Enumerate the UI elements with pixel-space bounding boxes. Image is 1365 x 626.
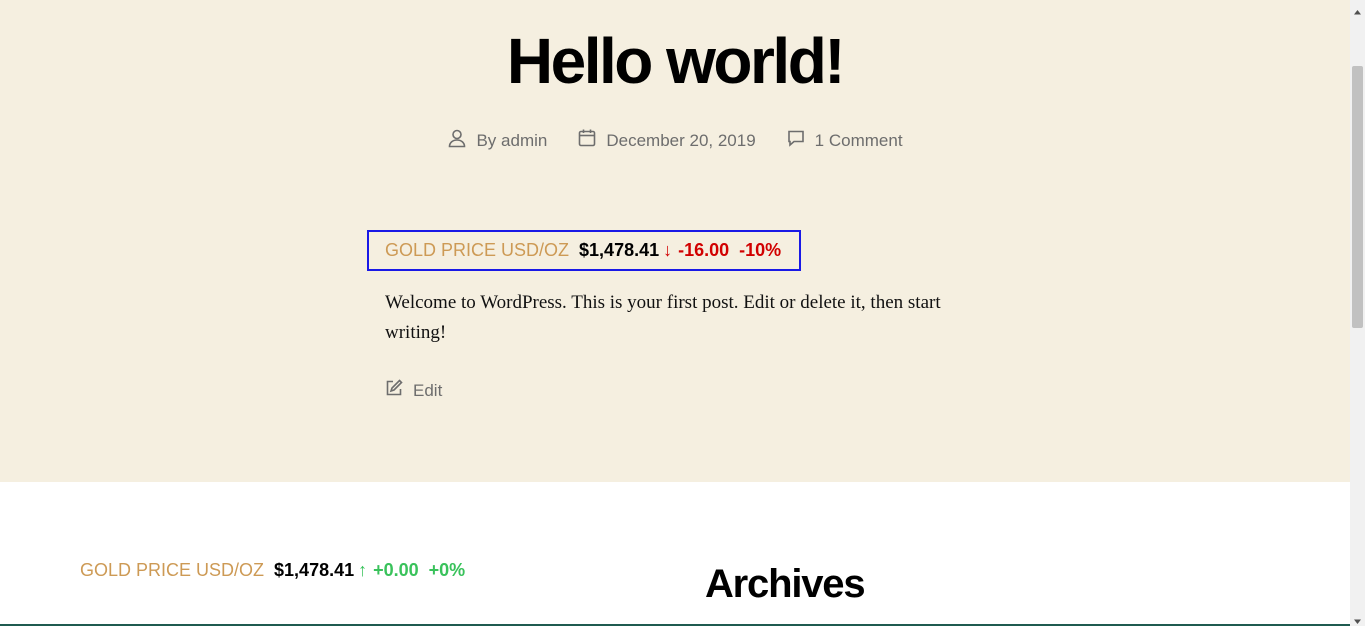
- comment-icon: [786, 128, 806, 153]
- post-title: Hello world!: [506, 25, 846, 97]
- post-meta: By admin December 20, 2019 1 Comment: [0, 128, 1350, 153]
- post-area: Hello world! By admin December 20, 2019 …: [0, 0, 1350, 482]
- post-content: Welcome to WordPress. This is your first…: [385, 292, 941, 343]
- gold-price-ticker-highlight: GOLD PRICE USD/OZ $1,478.41 ↓ -16.00 -10…: [367, 230, 801, 271]
- footer-ticker-change: +0.00: [373, 560, 419, 580]
- footer-ticker-percent: +0%: [428, 560, 466, 580]
- author-link[interactable]: admin: [501, 131, 547, 150]
- ticker-percent: -10%: [739, 240, 782, 260]
- edit-label: Edit: [413, 380, 443, 400]
- arrow-down-icon: ↓: [663, 240, 673, 260]
- post-date[interactable]: December 20, 2019: [577, 128, 756, 153]
- footer-ticker-label: GOLD PRICE USD/OZ: [80, 560, 265, 580]
- page-scrollbar[interactable]: [1350, 0, 1365, 626]
- footer-ticker-price: $1,478.41: [274, 560, 355, 580]
- ticker-change: -16.00: [678, 240, 730, 260]
- ticker-label: GOLD PRICE USD/OZ: [385, 240, 570, 260]
- scroll-down-icon[interactable]: [1353, 613, 1362, 624]
- footer-gold-price-ticker: GOLD PRICE USD/OZ $1,478.41 ↑ +0.00 +0%: [80, 560, 465, 581]
- post-author[interactable]: By admin: [447, 128, 547, 153]
- scrollbar-thumb[interactable]: [1352, 66, 1363, 328]
- calendar-icon: [577, 128, 597, 153]
- post-comments[interactable]: 1 Comment: [786, 128, 903, 153]
- ticker-price: $1,478.41: [579, 240, 660, 260]
- archives-heading: Archives: [705, 562, 866, 606]
- edit-link[interactable]: Edit: [384, 378, 442, 403]
- comments-link[interactable]: 1 Comment: [815, 131, 903, 151]
- date-link[interactable]: December 20, 2019: [606, 131, 755, 151]
- scroll-up-icon[interactable]: [1353, 4, 1362, 15]
- arrow-up-icon: ↑: [358, 560, 368, 580]
- user-icon: [447, 128, 467, 153]
- author-prefix: By: [476, 130, 497, 150]
- gold-price-ticker: GOLD PRICE USD/OZ $1,478.41 ↓ -16.00 -10…: [385, 240, 781, 261]
- edit-icon: [384, 378, 404, 403]
